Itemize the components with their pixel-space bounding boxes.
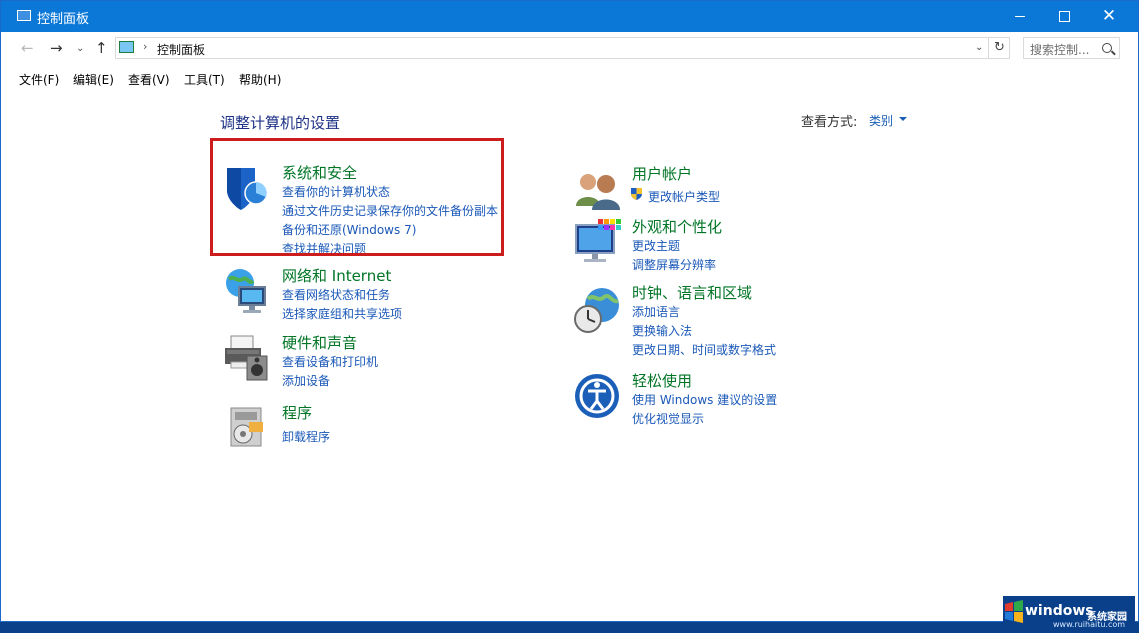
address-dropdown-icon[interactable]: ⌄: [975, 42, 983, 53]
view-by-dropdown[interactable]: 类别: [869, 112, 893, 129]
up-arrow-icon[interactable]: ↑: [95, 39, 108, 57]
menu-tools[interactable]: 工具(T): [184, 71, 225, 88]
control-panel-window: 控制面板 ✕ ← → ⌄ ↑ › 控制面板 ⌄ ↻ 搜索控制... 文件(F) …: [0, 0, 1139, 622]
search-input[interactable]: 搜索控制...: [1023, 37, 1120, 59]
minimize-button[interactable]: [997, 1, 1043, 32]
maximize-icon: [1058, 11, 1070, 22]
refresh-icon[interactable]: ↻: [988, 37, 1010, 59]
search-icon[interactable]: [1102, 43, 1112, 53]
link-optimize-visual-display[interactable]: 优化视觉显示: [632, 410, 704, 427]
title-bar[interactable]: 控制面板 ✕: [1, 1, 1138, 32]
menu-help[interactable]: 帮助(H): [239, 71, 281, 88]
control-panel-icon: [17, 10, 31, 21]
appearance-monitor-icon[interactable]: [574, 219, 622, 267]
close-icon: ✕: [1101, 6, 1117, 26]
link-add-language[interactable]: 添加语言: [632, 303, 680, 320]
category-title[interactable]: 轻松使用: [632, 370, 692, 391]
page-title: 调整计算机的设置: [220, 114, 341, 132]
window-title: 控制面板: [37, 12, 90, 27]
link-add-device[interactable]: 添加设备: [282, 372, 330, 389]
link-change-account-type[interactable]: 更改帐户类型: [648, 188, 720, 205]
minimize-icon: [1015, 16, 1025, 17]
category-title[interactable]: 程序: [282, 402, 312, 423]
main-content: 调整计算机的设置 查看方式: 类别 系统和安全 查看你的计算机状态 通过文件历史…: [1, 90, 1138, 620]
link-devices-printers[interactable]: 查看设备和打印机: [282, 353, 378, 370]
category-title[interactable]: 用户帐户: [632, 163, 692, 184]
link-change-theme[interactable]: 更改主题: [632, 237, 680, 254]
category-title[interactable]: 时钟、语言和区域: [632, 282, 752, 303]
menu-file[interactable]: 文件(F): [19, 71, 59, 88]
link-screen-resolution[interactable]: 调整屏幕分辨率: [632, 256, 716, 273]
link-network-status[interactable]: 查看网络状态和任务: [282, 286, 390, 303]
view-by-label: 查看方式:: [801, 115, 858, 130]
watermark-url: www.ruihaitu.com: [1053, 620, 1126, 629]
link-uninstall-program[interactable]: 卸载程序: [282, 428, 330, 445]
link-homegroup[interactable]: 选择家庭组和共享选项: [282, 305, 402, 322]
forward-arrow-icon[interactable]: →: [50, 39, 63, 57]
navigation-bar: ← → ⌄ ↑ › 控制面板 ⌄ ↻ 搜索控制...: [1, 32, 1138, 64]
link-recommended-settings[interactable]: 使用 Windows 建议的设置: [632, 391, 777, 408]
search-placeholder: 搜索控制...: [1030, 43, 1090, 57]
recent-locations-chevron-icon[interactable]: ⌄: [76, 43, 84, 54]
highlight-box: [210, 138, 504, 256]
breadcrumb-control-panel[interactable]: 控制面板: [157, 41, 205, 58]
users-icon[interactable]: [574, 166, 622, 214]
uac-shield-icon: [631, 188, 642, 200]
maximize-button[interactable]: [1041, 1, 1087, 32]
address-bar[interactable]: › 控制面板 ⌄ ↻: [115, 37, 1010, 59]
ease-of-access-icon[interactable]: [574, 373, 622, 421]
network-globe-icon[interactable]: [223, 267, 271, 315]
printer-speaker-icon[interactable]: [223, 334, 271, 382]
watermark-brand: windows: [1025, 603, 1094, 619]
view-by-dropdown-arrow-icon[interactable]: [899, 117, 907, 121]
control-panel-small-icon: [119, 41, 134, 53]
clock-globe-icon[interactable]: [574, 287, 622, 335]
menu-edit[interactable]: 编辑(E): [73, 71, 114, 88]
category-title[interactable]: 外观和个性化: [632, 216, 722, 237]
link-change-date-time-format[interactable]: 更改日期、时间或数字格式: [632, 341, 776, 358]
menu-view[interactable]: 查看(V): [128, 71, 170, 88]
category-title[interactable]: 网络和 Internet: [282, 265, 391, 286]
link-change-input-method[interactable]: 更换输入法: [632, 322, 692, 339]
category-title[interactable]: 硬件和声音: [282, 332, 357, 353]
programs-box-icon[interactable]: [223, 404, 271, 452]
breadcrumb-separator-icon[interactable]: ›: [143, 40, 147, 53]
back-arrow-icon[interactable]: ←: [21, 39, 34, 57]
close-button[interactable]: ✕: [1086, 1, 1132, 32]
menu-bar: 文件(F) 编辑(E) 查看(V) 工具(T) 帮助(H): [1, 64, 1138, 90]
